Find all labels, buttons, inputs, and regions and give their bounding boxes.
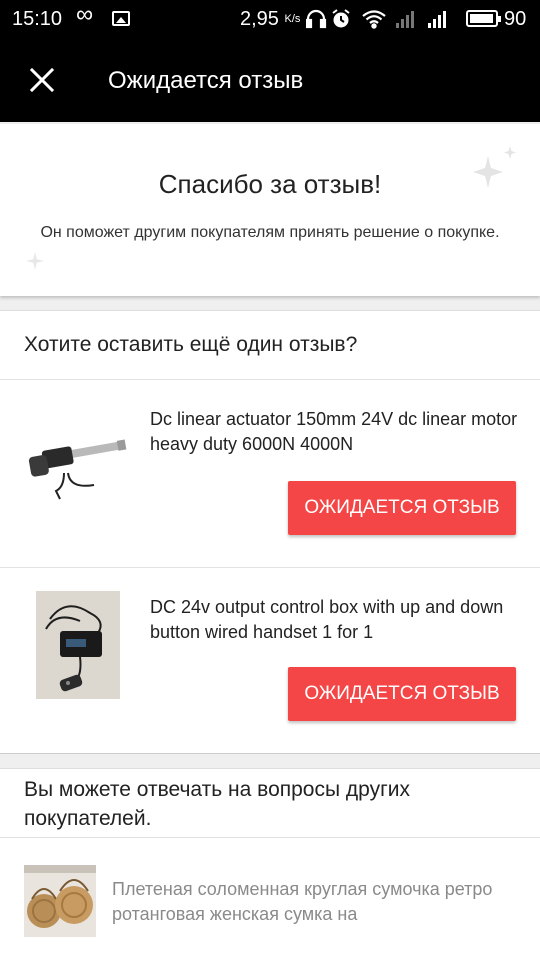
- wifi-icon: [362, 10, 386, 29]
- battery-level: 90: [504, 8, 527, 30]
- divider: [0, 567, 540, 568]
- straw-bag-image[interactable]: [24, 865, 96, 937]
- section-heading: Вы можете отвечать на вопросы других пок…: [24, 778, 410, 830]
- app-bar: Ожидается отзыв: [0, 38, 540, 122]
- control-box-image[interactable]: [36, 591, 120, 699]
- divider: [0, 379, 540, 380]
- battery-icon: [466, 10, 501, 27]
- awaiting-review-button[interactable]: ОЖИДАЕТСЯ ОТЗЫВ: [288, 667, 516, 721]
- alarm-icon: [332, 9, 350, 28]
- status-time: 15:10: [12, 8, 63, 30]
- infinity-icon: ∞: [76, 1, 94, 28]
- close-icon[interactable]: [26, 64, 58, 96]
- speed-value: 2,95: [240, 8, 279, 30]
- product-title[interactable]: Dc linear actuator 150mm 24V dc linear m…: [150, 407, 522, 457]
- status-icons: [306, 9, 446, 29]
- network-speed: 2,95 K/s: [240, 7, 300, 31]
- headphones-icon: [306, 9, 327, 29]
- speed-unit: K/s: [284, 13, 301, 25]
- linear-actuator-image[interactable]: [24, 415, 132, 511]
- questions-section: Вы можете отвечать на вопросы других пок…: [0, 768, 540, 960]
- signal-off-icon: [396, 11, 414, 28]
- awaiting-review-button[interactable]: ОЖИДАЕТСЯ ОТЗЫВ: [288, 481, 516, 535]
- question-item-title[interactable]: Плетеная соломенная круглая сумочка ретр…: [112, 877, 522, 927]
- divider: [0, 837, 540, 838]
- another-review-section: Хотите оставить ещё один отзыв? Dc linea…: [0, 310, 540, 754]
- thanks-card: Спасибо за отзыв! Он поможет другим поку…: [0, 124, 540, 296]
- status-bar: 15:10 ∞ 2,95 K/s 90: [0, 0, 540, 38]
- product-title[interactable]: DC 24v output control box with up and do…: [150, 595, 522, 645]
- gallery-icon: [112, 11, 130, 26]
- thanks-title: Спасибо за отзыв!: [158, 169, 382, 199]
- thanks-subtitle: Он поможет другим покупателям принять ре…: [40, 224, 500, 241]
- section-heading: Хотите оставить ещё один отзыв?: [24, 333, 358, 356]
- signal-icon: [428, 11, 446, 28]
- sparkle-small-icon: [26, 252, 44, 270]
- page-title: Ожидается отзыв: [108, 67, 304, 94]
